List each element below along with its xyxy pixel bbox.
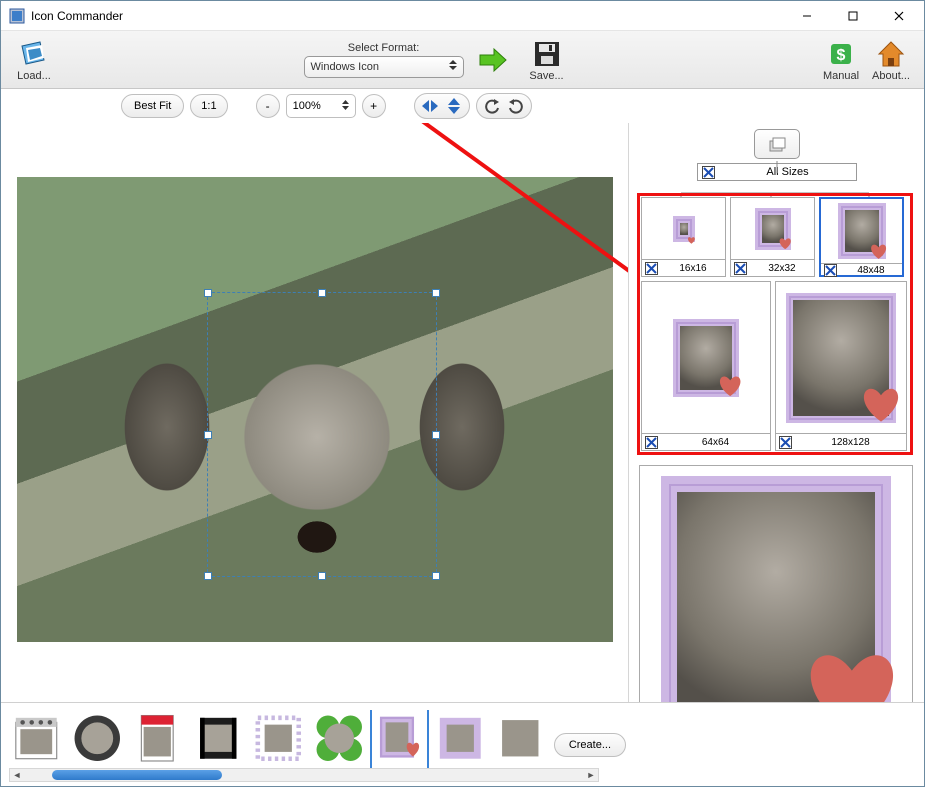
sizes-root-node[interactable] bbox=[754, 129, 800, 159]
about-button[interactable]: About... bbox=[866, 33, 916, 87]
style-thumb-stamp[interactable] bbox=[251, 710, 306, 768]
zoom-combo[interactable]: 100% bbox=[286, 94, 356, 118]
size-label: 16x16 bbox=[661, 263, 725, 274]
style-thumb-heart-frame[interactable] bbox=[372, 710, 427, 768]
save-button[interactable]: Save... bbox=[522, 33, 572, 87]
about-label: About... bbox=[872, 70, 910, 82]
style-strip: Create... ◄ ► bbox=[1, 702, 924, 786]
dropdown-spinner-icon bbox=[342, 100, 349, 113]
size-cell-32[interactable]: 32x32 bbox=[730, 197, 815, 277]
window-title: Icon Commander bbox=[31, 9, 784, 23]
floppy-icon bbox=[531, 38, 563, 70]
checkbox-icon[interactable] bbox=[824, 264, 837, 277]
app-icon bbox=[9, 8, 25, 24]
crop-handle[interactable] bbox=[432, 289, 440, 297]
size-cell-48[interactable]: 48x48 bbox=[819, 197, 904, 277]
create-button[interactable]: Create... bbox=[554, 733, 626, 757]
size-label: 32x32 bbox=[750, 263, 814, 274]
svg-text:$: $ bbox=[837, 47, 846, 64]
flip-vertical-icon[interactable] bbox=[443, 95, 465, 117]
manual-icon: $ bbox=[825, 38, 857, 70]
zoom-in-button[interactable]: + bbox=[362, 94, 386, 118]
checkbox-icon[interactable] bbox=[645, 436, 658, 449]
checkbox-icon[interactable] bbox=[702, 165, 716, 179]
main-toolbar: Load... Select Format: Windows Icon Save… bbox=[1, 31, 924, 89]
style-thumb-badge[interactable] bbox=[70, 710, 125, 768]
format-group: Select Format: Windows Icon bbox=[304, 42, 464, 78]
sizes-panel: All Sizes 16x16 32x32 48x48 64x64 1 bbox=[628, 123, 924, 702]
size-label: 64x64 bbox=[661, 437, 770, 448]
style-thumb-clover[interactable] bbox=[312, 710, 367, 768]
flip-horizontal-icon[interactable] bbox=[419, 95, 441, 117]
crop-handle[interactable] bbox=[432, 431, 440, 439]
all-sizes-row[interactable]: All Sizes bbox=[697, 163, 857, 181]
checkbox-icon[interactable] bbox=[645, 262, 658, 275]
size-label: 128x128 bbox=[795, 437, 906, 448]
checkbox-icon[interactable] bbox=[779, 436, 792, 449]
maximize-button[interactable] bbox=[830, 1, 876, 30]
canvas-area bbox=[1, 123, 628, 702]
checkbox-icon[interactable] bbox=[734, 262, 747, 275]
load-icon bbox=[18, 38, 50, 70]
zoom-value: 100% bbox=[293, 100, 321, 112]
stack-icon bbox=[767, 134, 787, 154]
format-label: Select Format: bbox=[348, 42, 420, 54]
crop-handle[interactable] bbox=[432, 572, 440, 580]
crop-handle[interactable] bbox=[204, 289, 212, 297]
best-fit-button[interactable]: Best Fit bbox=[121, 94, 184, 118]
zoom-out-button[interactable]: - bbox=[256, 94, 280, 118]
save-label: Save... bbox=[529, 70, 563, 82]
load-button[interactable]: Load... bbox=[9, 33, 59, 87]
home-icon bbox=[875, 38, 907, 70]
size-cell-256[interactable]: 256x256 bbox=[639, 465, 913, 702]
scroll-right-icon[interactable]: ► bbox=[584, 769, 598, 781]
all-sizes-label: All Sizes bbox=[720, 166, 856, 178]
style-thumb-notepad[interactable] bbox=[9, 710, 64, 768]
size-label: 48x48 bbox=[840, 265, 902, 276]
style-scrollbar[interactable]: ◄ ► bbox=[9, 768, 599, 782]
source-image[interactable] bbox=[17, 177, 613, 642]
style-thumb-film[interactable] bbox=[191, 710, 246, 768]
view-toolbar: Best Fit 1:1 - 100% + bbox=[1, 89, 924, 123]
crop-handle[interactable] bbox=[318, 289, 326, 297]
minimize-button[interactable] bbox=[784, 1, 830, 30]
rotate-left-icon[interactable] bbox=[481, 95, 503, 117]
titlebar: Icon Commander bbox=[1, 1, 924, 31]
style-thumb-plain[interactable] bbox=[493, 710, 548, 768]
one-to-one-button[interactable]: 1:1 bbox=[190, 94, 227, 118]
manual-button[interactable]: $ Manual bbox=[816, 33, 866, 87]
crop-handle[interactable] bbox=[204, 431, 212, 439]
close-button[interactable] bbox=[876, 1, 922, 30]
crop-handle[interactable] bbox=[318, 572, 326, 580]
rotate-right-icon[interactable] bbox=[505, 95, 527, 117]
rotate-group bbox=[476, 93, 532, 119]
scroll-left-icon[interactable]: ◄ bbox=[10, 769, 24, 781]
arrow-right-icon bbox=[476, 43, 510, 77]
size-cell-128[interactable]: 128x128 bbox=[775, 281, 907, 451]
size-cell-64[interactable]: 64x64 bbox=[641, 281, 771, 451]
style-thumb-magazine[interactable] bbox=[130, 710, 185, 768]
crop-handle[interactable] bbox=[204, 572, 212, 580]
load-label: Load... bbox=[17, 70, 51, 82]
main-area: All Sizes 16x16 32x32 48x48 64x64 1 bbox=[1, 123, 924, 702]
format-select[interactable]: Windows Icon bbox=[304, 56, 464, 78]
size-cell-16[interactable]: 16x16 bbox=[641, 197, 726, 277]
manual-label: Manual bbox=[823, 70, 859, 82]
crop-selection[interactable] bbox=[207, 292, 437, 577]
flip-group bbox=[414, 93, 470, 119]
dropdown-spinner-icon bbox=[449, 59, 457, 74]
style-thumb-square-frame[interactable] bbox=[433, 710, 488, 768]
scroll-thumb[interactable] bbox=[52, 770, 222, 780]
format-value: Windows Icon bbox=[311, 61, 379, 73]
